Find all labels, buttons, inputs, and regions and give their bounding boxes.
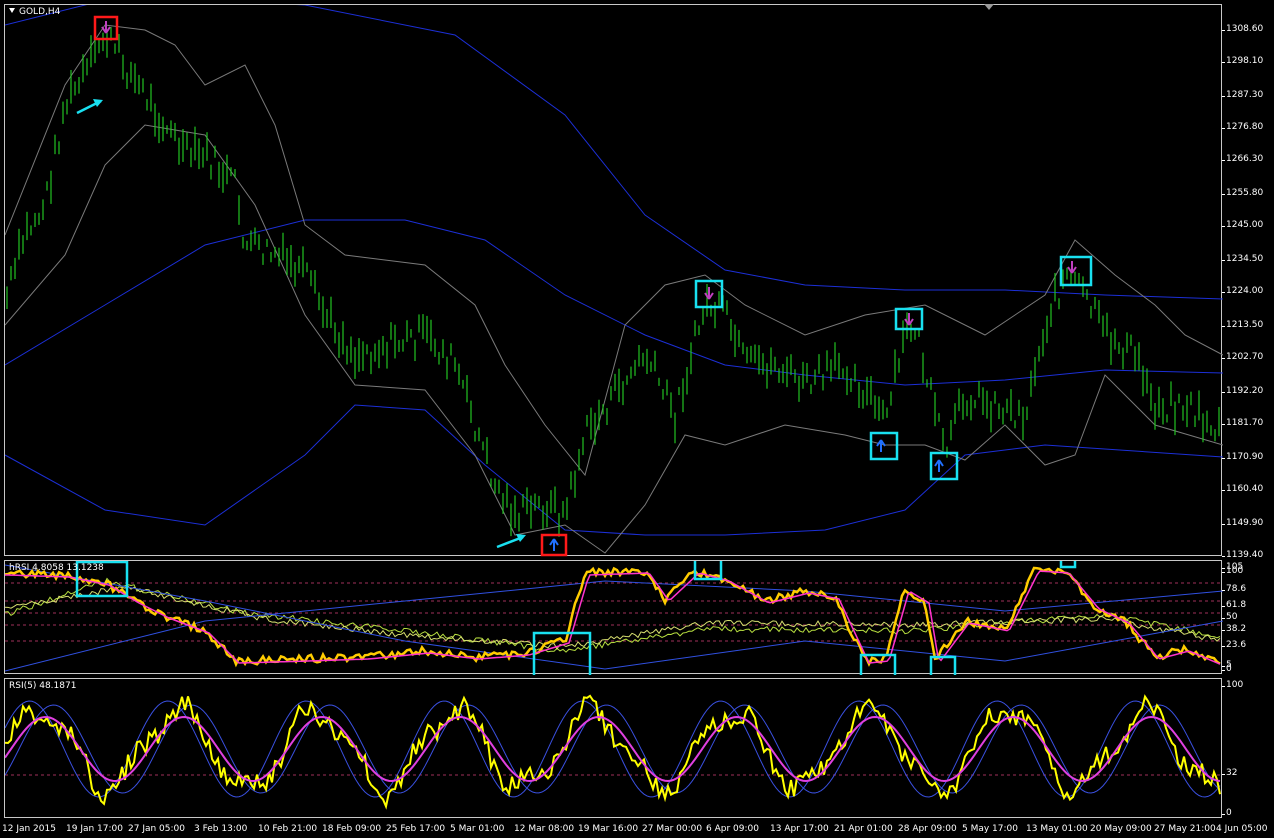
price-tick-label: 1213.50 xyxy=(1221,320,1264,330)
down-arrow-icon xyxy=(704,287,714,300)
hrsi-tick-label: 38.2 xyxy=(1221,624,1247,634)
rsi-tick-label: 100 xyxy=(1221,680,1244,690)
hrsi-main-line xyxy=(5,566,1221,668)
time-tick-label: 28 Apr 09:00 xyxy=(898,824,957,834)
hrsi-axis: 105 100 78.6 61.8 50 38.2 23.6 5 0 xyxy=(1221,560,1274,674)
sell-signal-box xyxy=(1059,255,1093,287)
rsi-main-line xyxy=(5,694,1221,810)
rsi-band-line xyxy=(5,700,1221,798)
inner-lower-band xyxy=(5,124,1223,554)
price-tick-label: 1139.40 xyxy=(1221,550,1264,560)
price-tick-label: 1181.70 xyxy=(1221,418,1264,428)
time-axis: 12 Jan 2015 19 Jan 17:00 27 Jan 05:00 3 Feb… xyxy=(0,820,1274,838)
hrsi-tick-label: 78.6 xyxy=(1221,584,1247,594)
time-tick-label: 5 May 17:00 xyxy=(962,824,1018,834)
price-tick-label: 1234.50 xyxy=(1221,254,1264,264)
hrsi-tick-label: 61.8 xyxy=(1221,600,1247,610)
price-axis: 1308.60 1298.10 1287.30 1276.80 1266.30 1255.… xyxy=(1221,4,1274,560)
price-tick-label: 1192.20 xyxy=(1221,386,1264,396)
down-arrow-icon xyxy=(904,313,914,326)
time-tick-label: 4 Jun 05:00 xyxy=(1216,824,1268,834)
rsi-axis: 100 32 0 xyxy=(1221,678,1274,818)
time-tick-label: 13 May 01:00 xyxy=(1026,824,1088,834)
price-tick-label: 1276.80 xyxy=(1221,122,1264,132)
bollinger-mid-line xyxy=(5,219,1223,386)
time-tick-label: 20 May 09:00 xyxy=(1090,824,1152,834)
time-tick-label: 27 Mar 00:00 xyxy=(642,824,703,834)
price-tick-label: 1202.70 xyxy=(1221,352,1264,362)
rsi-chart-svg xyxy=(5,694,1223,810)
down-arrow-icon xyxy=(1067,261,1077,274)
symbol-text: GOLD,H4 xyxy=(19,7,61,17)
up-arrow-icon xyxy=(934,459,944,472)
hrsi-indicator-pane[interactable]: hRSI 4.8058 13.1238 xyxy=(4,560,1223,675)
price-chart-svg xyxy=(5,5,1223,557)
inner-upper-band xyxy=(5,24,1223,477)
bollinger-lower-line xyxy=(5,404,1223,536)
time-tick-label: 10 Feb 21:00 xyxy=(258,824,318,834)
time-tick-label: 25 Feb 17:00 xyxy=(386,824,446,834)
price-tick-label: 1160.40 xyxy=(1221,484,1264,494)
hrsi-chart-svg xyxy=(5,561,1223,675)
time-tick-label: 12 Mar 08:00 xyxy=(514,824,575,834)
rsi-tick-label: 32 xyxy=(1221,768,1238,778)
up-arrow-icon xyxy=(876,439,886,452)
time-tick-label: 6 Apr 09:00 xyxy=(706,824,759,834)
time-tick-label: 27 May 21:00 xyxy=(1154,824,1216,834)
price-tick-label: 1266.30 xyxy=(1221,154,1264,164)
hrsi-tick-label: 23.6 xyxy=(1221,640,1247,650)
price-tick-label: 1170.90 xyxy=(1221,452,1264,462)
price-tick-label: 1255.80 xyxy=(1221,188,1264,198)
time-tick-label: 13 Apr 17:00 xyxy=(770,824,829,834)
rsi-label: RSI(5) 48.1871 xyxy=(9,681,77,691)
hrsi-tick-label: 100 xyxy=(1221,566,1244,576)
chart-shift-marker[interactable] xyxy=(984,4,994,10)
time-tick-label: 12 Jan 2015 xyxy=(2,824,56,834)
rsi-indicator-pane[interactable]: RSI(5) 48.1871 xyxy=(4,678,1223,818)
price-tick-label: 1149.90 xyxy=(1221,518,1264,528)
hrsi-envelope-line xyxy=(5,564,1223,670)
hrsi-tick-label: 50 xyxy=(1221,612,1238,622)
rsi-tick-label: 0 xyxy=(1222,808,1232,818)
down-arrow-icon xyxy=(101,21,111,34)
hrsi-label: hRSI 4.8058 13.1238 xyxy=(9,563,104,573)
price-tick-label: 1298.10 xyxy=(1221,56,1264,66)
hrsi-envelope-line xyxy=(5,580,1223,672)
time-tick-label: 19 Mar 16:00 xyxy=(578,824,639,834)
time-tick-label: 5 Mar 01:00 xyxy=(450,824,505,834)
hrsi-signal-box xyxy=(1059,561,1077,569)
hrsi-tick-label: 0 xyxy=(1222,664,1232,674)
price-chart-pane[interactable]: GOLD,H4 xyxy=(4,4,1223,557)
hrsi-signal-line xyxy=(5,570,1221,665)
time-tick-label: 19 Jan 17:00 xyxy=(66,824,123,834)
time-tick-label: 18 Feb 09:00 xyxy=(322,824,382,834)
price-tick-label: 1224.00 xyxy=(1221,286,1264,296)
time-tick-label: 21 Apr 01:00 xyxy=(834,824,893,834)
price-tick-label: 1308.60 xyxy=(1221,24,1264,34)
time-tick-label: 3 Feb 13:00 xyxy=(194,824,248,834)
price-tick-label: 1245.00 xyxy=(1221,220,1264,230)
dropdown-triangle-icon xyxy=(9,8,15,13)
price-tick-label: 1287.30 xyxy=(1221,90,1264,100)
time-tick-label: 27 Jan 05:00 xyxy=(128,824,185,834)
symbol-label: GOLD,H4 xyxy=(9,7,60,17)
up-arrow-icon xyxy=(549,538,559,551)
hrsi-band-line xyxy=(5,585,1221,650)
